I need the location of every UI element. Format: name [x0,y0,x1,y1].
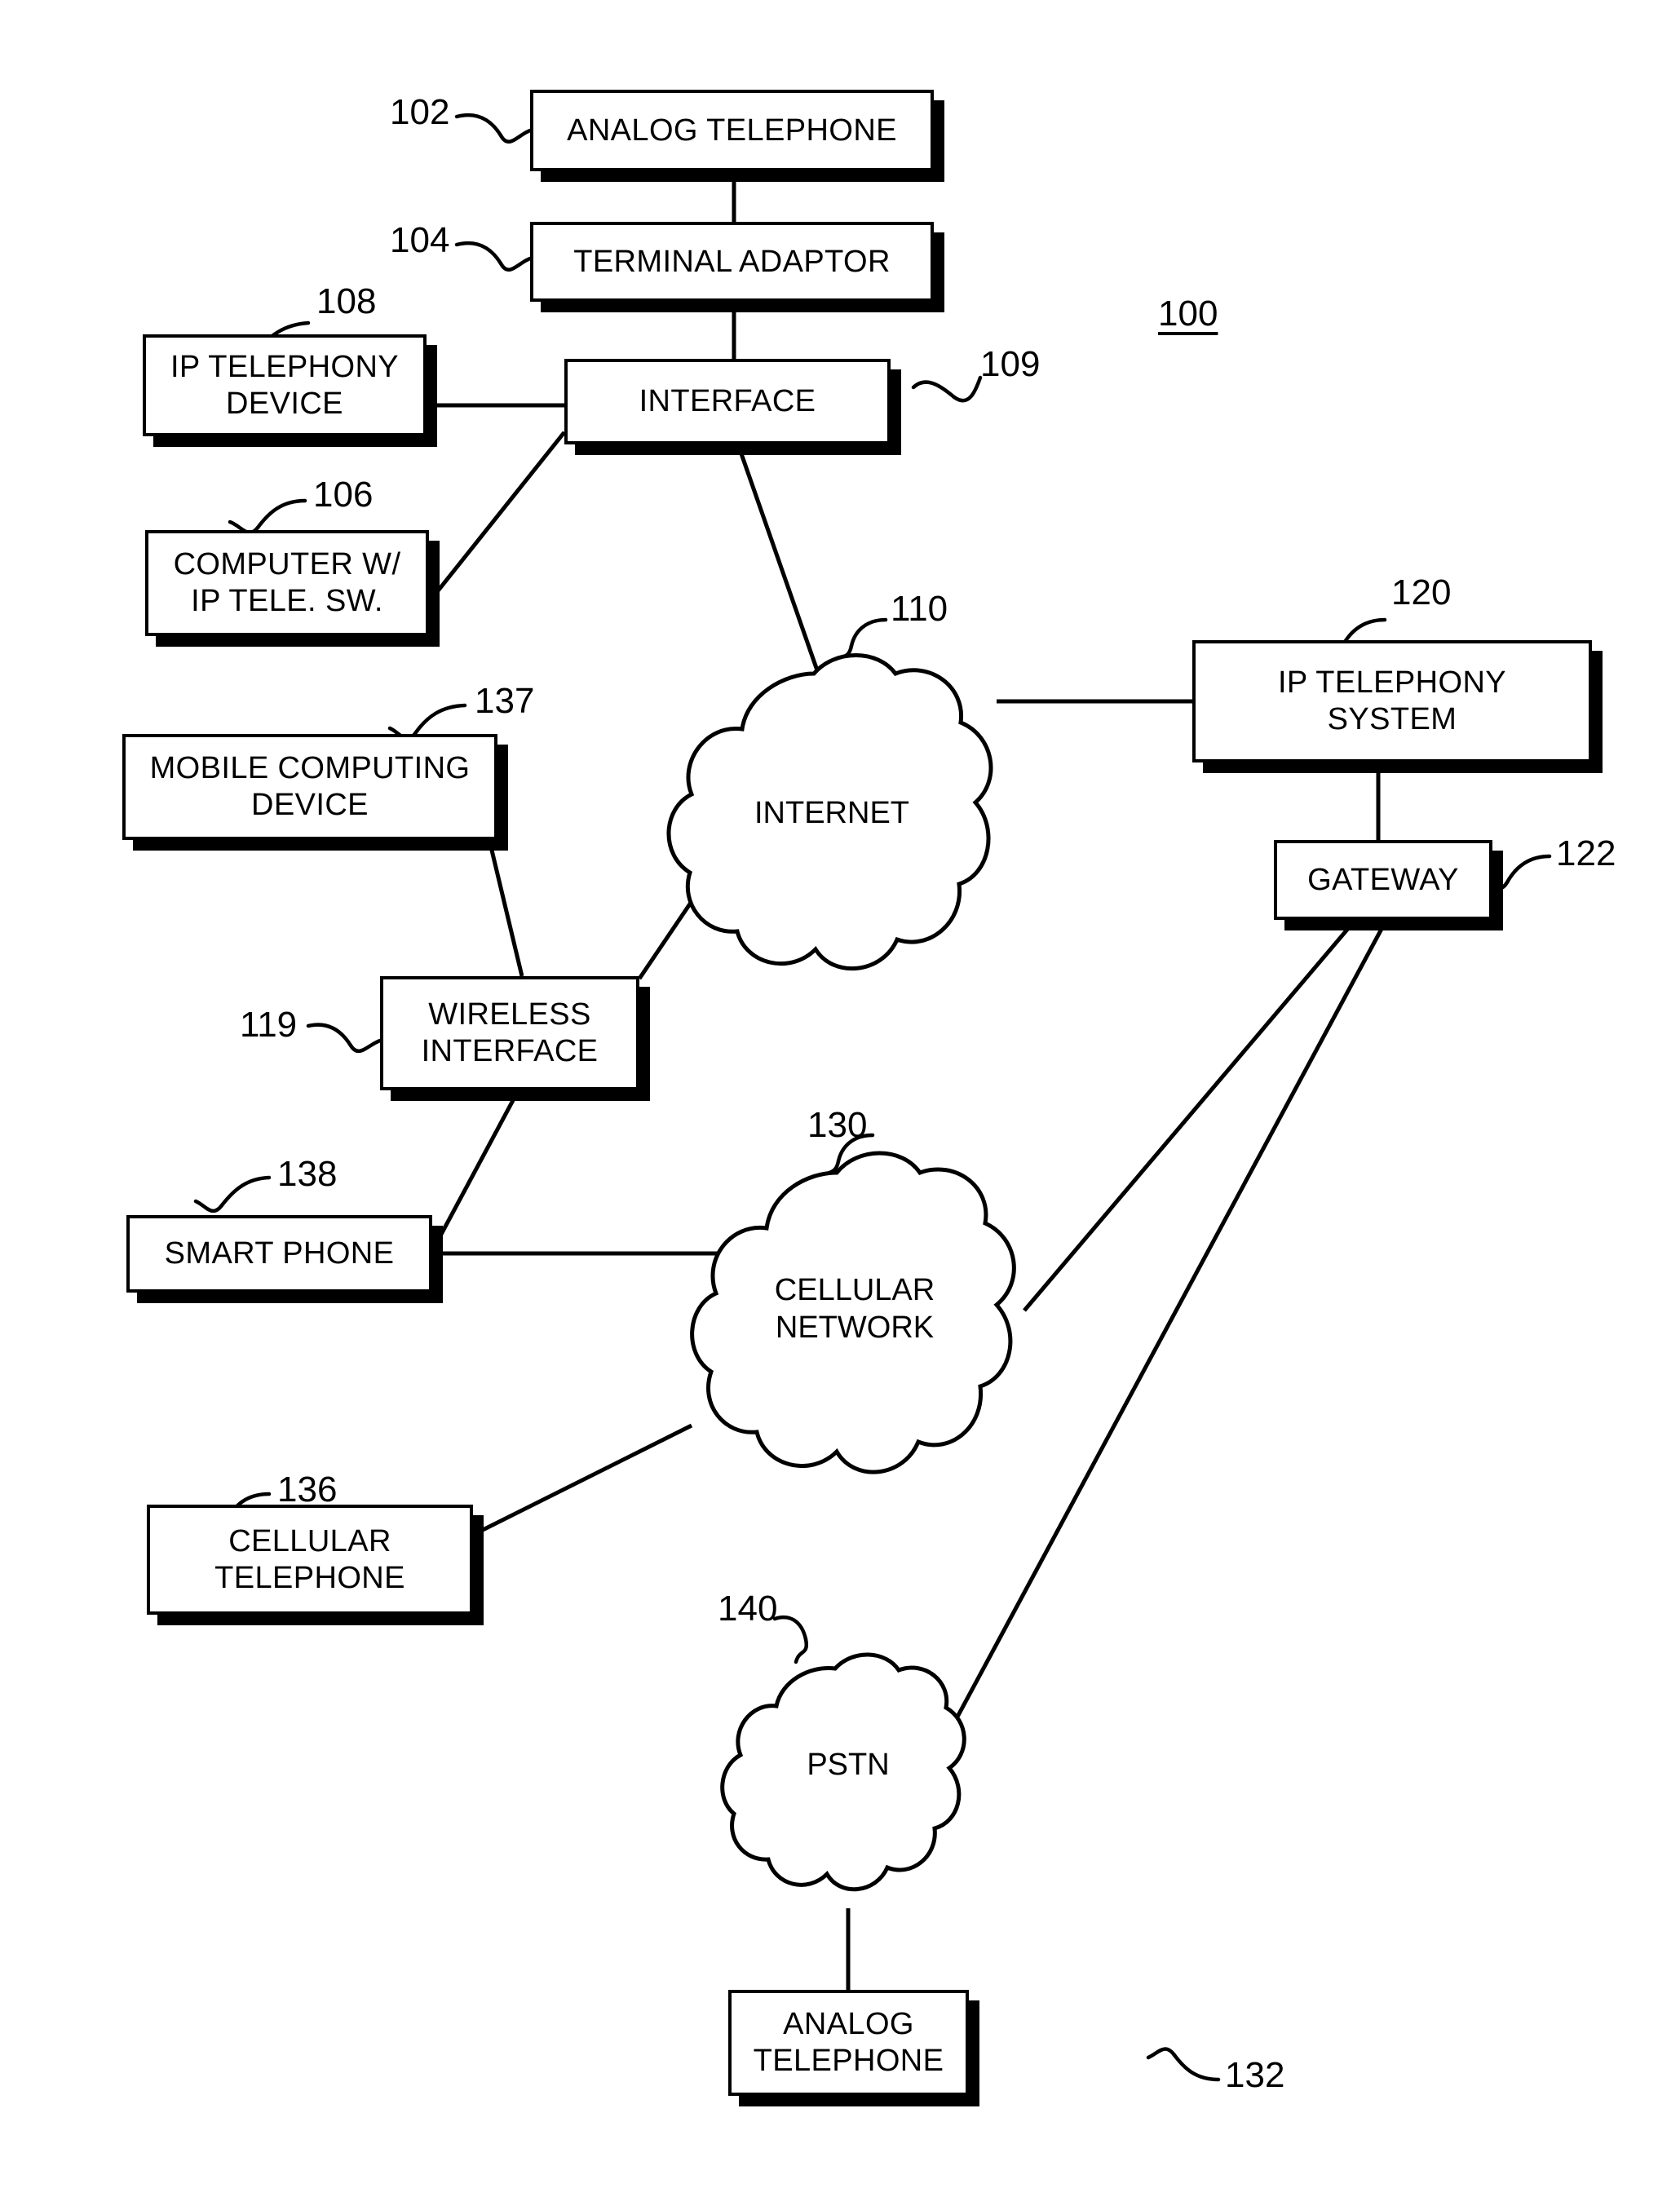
node-cellular-telephone-label: CELLULAR TELEPHONE [214,1523,405,1595]
internet-cloud-label: INTERNET [754,796,909,830]
node-mobile-computing-device[interactable]: MOBILE COMPUTING DEVICE [122,734,497,840]
internet-cloud: INTERNET [661,644,1003,1019]
node-smart-phone-label: SMART PHONE [164,1236,395,1271]
ref-numeral-138: 138 [277,1154,338,1194]
ref-numeral-140: 140 [718,1589,778,1629]
ref-numeral-108: 108 [316,281,377,321]
ref-numeral-137: 137 [475,681,535,721]
ref-numeral-110: 110 [891,589,948,629]
ref-numeral-119: 119 [240,1005,298,1045]
node-interface[interactable]: INTERFACE [564,359,891,444]
node-smart-phone[interactable]: SMART PHONE [126,1215,432,1293]
node-ip-telephony-system-label: IP TELEPHONY SYSTEM [1277,665,1507,736]
ref-numeral-122: 122 [1556,833,1616,873]
node-analog-telephone-bottom-label: ANALOG TELEPHONE [753,2007,944,2078]
node-wireless-interface[interactable]: WIRELESS INTERFACE [380,976,639,1090]
pstn-cloud: PSTN [720,1647,970,1916]
node-interface-label: INTERFACE [639,384,816,419]
pstn-cloud-label: PSTN [807,1748,890,1782]
cellular-network-cloud-label: CELLULAR NETWORK [774,1273,935,1345]
node-analog-telephone-top[interactable]: ANALOG TELEPHONE [530,90,934,171]
node-computer-with-ip-telephony-software-label: COMPUTER W/ IP TELE. SW. [173,547,401,618]
ref-numeral-109: 109 [980,344,1041,384]
ref-numeral-104: 104 [390,220,450,260]
ref-numeral-132: 132 [1225,2055,1285,2095]
node-ip-telephony-device-label: IP TELEPHONY DEVICE [170,349,400,421]
ref-numeral-102: 102 [390,92,450,132]
node-cellular-telephone[interactable]: CELLULAR TELEPHONE [147,1505,473,1615]
ref-numeral-120: 120 [1391,572,1452,612]
figure-number-label: 100 [1158,294,1218,334]
node-analog-telephone-top-label: ANALOG TELEPHONE [567,113,897,148]
node-gateway-label: GATEWAY [1307,862,1459,897]
cellular-network-cloud: CELLULAR NETWORK [683,1142,1026,1525]
ref-numeral-106: 106 [313,475,374,515]
node-mobile-computing-device-label: MOBILE COMPUTING DEVICE [149,751,471,822]
node-terminal-adaptor[interactable]: TERMINAL ADAPTOR [530,222,934,302]
node-computer-with-ip-telephony-software[interactable]: COMPUTER W/ IP TELE. SW. [145,530,429,636]
node-analog-telephone-bottom[interactable]: ANALOG TELEPHONE [728,1990,969,2096]
node-ip-telephony-system[interactable]: IP TELEPHONY SYSTEM [1192,640,1592,762]
node-ip-telephony-device[interactable]: IP TELEPHONY DEVICE [143,334,427,436]
patent-figure: INTERNET CELLULAR NETWORK PSTN ANALOG TE… [0,0,1680,2188]
node-gateway[interactable]: GATEWAY [1274,840,1492,920]
ref-numeral-136: 136 [277,1470,338,1509]
node-wireless-interface-label: WIRELESS INTERFACE [421,997,599,1068]
node-terminal-adaptor-label: TERMINAL ADAPTOR [573,244,891,279]
ref-numeral-130: 130 [807,1105,868,1145]
